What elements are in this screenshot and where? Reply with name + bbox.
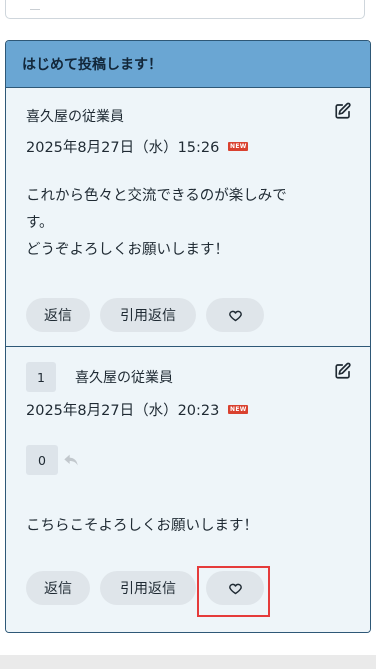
- post-body: こちらこそよろしくお願いします！: [26, 513, 348, 540]
- post-body: これから色々と交流できるのが楽しみで す。 どうぞよろしくお願いします！: [26, 183, 348, 264]
- top-text-input[interactable]: [5, 0, 365, 19]
- reply-button[interactable]: 返信: [26, 571, 90, 605]
- bottom-bar: [0, 655, 376, 669]
- post-body-line: どうぞよろしくお願いします！: [26, 242, 229, 258]
- post-datetime: 2025年8月27日（水）15:26 NEW: [26, 136, 249, 157]
- post-datetime: 2025年8月27日（水）20:23 NEW: [26, 399, 249, 420]
- reply-arrow-icon[interactable]: [63, 453, 79, 467]
- reply-number: 1: [26, 362, 56, 392]
- post-item: 1 喜久屋の従業員 2025年8月27日（水）20:23 NEW 0 こちらこそ…: [6, 347, 370, 632]
- reply-count: 0: [26, 445, 58, 475]
- post-datetime-text: 2025年8月27日（水）15:26: [26, 140, 220, 156]
- new-badge: NEW: [228, 142, 249, 151]
- post-author: 喜久屋の従業員: [26, 109, 124, 125]
- like-button[interactable]: [206, 298, 264, 332]
- post-body-line: す。: [26, 215, 54, 231]
- like-button-highlight: [197, 566, 270, 617]
- post-body-line: こちらこそよろしくお願いします！: [26, 518, 258, 534]
- input-grip-line: [30, 9, 40, 10]
- reply-button[interactable]: 返信: [26, 298, 90, 332]
- thread-title: はじめて投稿します！: [6, 41, 370, 88]
- edit-icon[interactable]: [334, 102, 352, 120]
- post-datetime-text: 2025年8月27日（水）20:23: [26, 403, 220, 419]
- quote-reply-button[interactable]: 引用返信: [100, 298, 196, 332]
- quote-reply-button[interactable]: 引用返信: [100, 571, 196, 605]
- new-badge: NEW: [228, 405, 249, 414]
- heart-icon: [228, 308, 243, 323]
- post-body-line: これから色々と交流できるのが楽しみで: [26, 188, 287, 204]
- thread-card: はじめて投稿します！ 喜久屋の従業員 2025年8月27日（水）15:26 NE…: [5, 40, 371, 633]
- post-item: 喜久屋の従業員 2025年8月27日（水）15:26 NEW これから色々と交流…: [6, 88, 370, 347]
- edit-icon[interactable]: [334, 362, 352, 380]
- post-author: 喜久屋の従業員: [75, 370, 173, 386]
